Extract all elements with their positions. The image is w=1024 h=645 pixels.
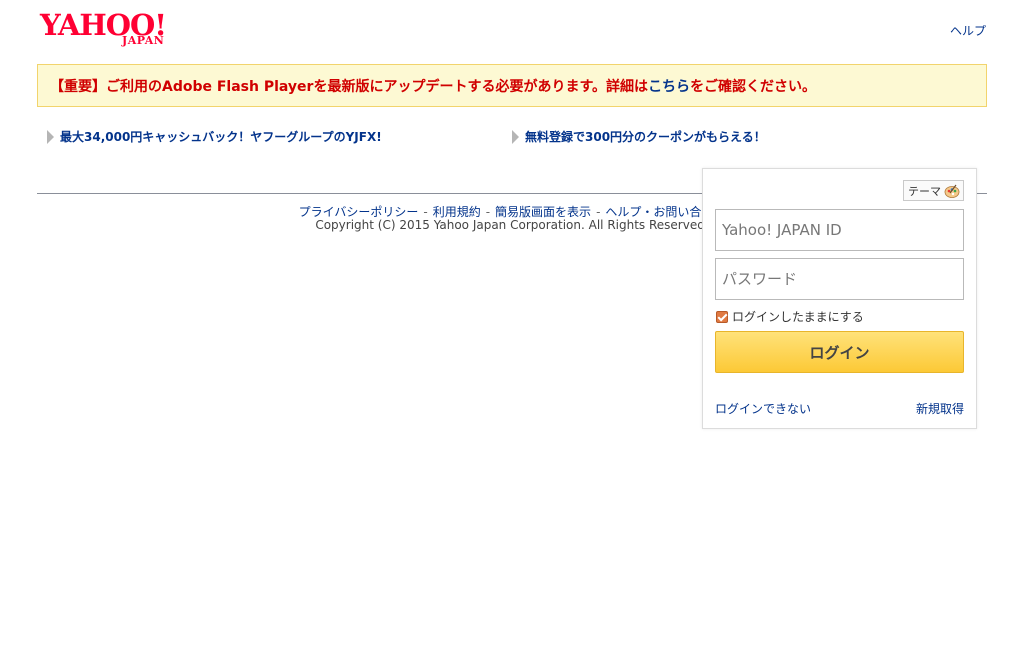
flash-update-notice: 【重要】ご利用のAdobe Flash Playerを最新版にアップデートする必… — [37, 64, 987, 107]
footer-separator: - — [596, 205, 601, 219]
promo-label: 最大34,000円キャッシュバック！ヤフーグループのYJFX! — [60, 130, 382, 144]
password-input[interactable] — [715, 258, 964, 300]
simple-view-link[interactable]: 簡易版画面を表示 — [495, 205, 591, 219]
theme-label: テーマ — [908, 184, 941, 198]
arrow-right-icon — [512, 129, 519, 144]
help-link[interactable]: ヘルプ — [950, 22, 986, 39]
stay-logged-in-checkbox[interactable]: ログインしたままにする — [716, 308, 864, 325]
logo-subtitle: JAPAN — [122, 34, 165, 47]
theme-button[interactable]: テーマ — [903, 180, 964, 201]
footer-separator: - — [485, 205, 491, 219]
signup-link[interactable]: 新規取得 — [916, 400, 964, 417]
login-button[interactable]: ログイン — [715, 331, 964, 373]
promo-link-yjfx[interactable]: 最大34,000円キャッシュバック！ヤフーグループのYJFX! — [47, 128, 382, 145]
footer-separator: - — [423, 205, 428, 219]
arrow-right-icon — [47, 129, 54, 144]
terms-link[interactable]: 利用規約 — [433, 205, 481, 219]
promo-link-coupon[interactable]: 無料登録で300円分のクーポンがもらえる！ — [512, 128, 766, 145]
palette-icon — [944, 184, 960, 198]
page: YAHOO! JAPAN ヘルプ 【重要】ご利用のAdobe Flash Pla… — [0, 0, 1024, 645]
stay-logged-in-label: ログインしたままにする — [732, 310, 864, 324]
promo-label: 無料登録で300円分のクーポンがもらえる！ — [525, 130, 766, 144]
yahoo-japan-logo[interactable]: YAHOO! JAPAN — [40, 10, 182, 50]
yahoo-id-input[interactable] — [715, 209, 964, 251]
checkbox-checked-icon[interactable] — [716, 310, 728, 323]
notice-text-before: 【重要】ご利用のAdobe Flash Playerを最新版にアップデートする必… — [50, 78, 649, 95]
login-panel: テーマ ログインしたままにする ログイン ログインできない 新規取得 — [702, 168, 977, 429]
privacy-policy-link[interactable]: プライバシーポリシー — [299, 205, 419, 219]
cant-login-link[interactable]: ログインできない — [715, 400, 811, 417]
notice-text-after: をご確認ください。 — [690, 78, 817, 95]
notice-details-link[interactable]: こちら — [648, 76, 690, 96]
